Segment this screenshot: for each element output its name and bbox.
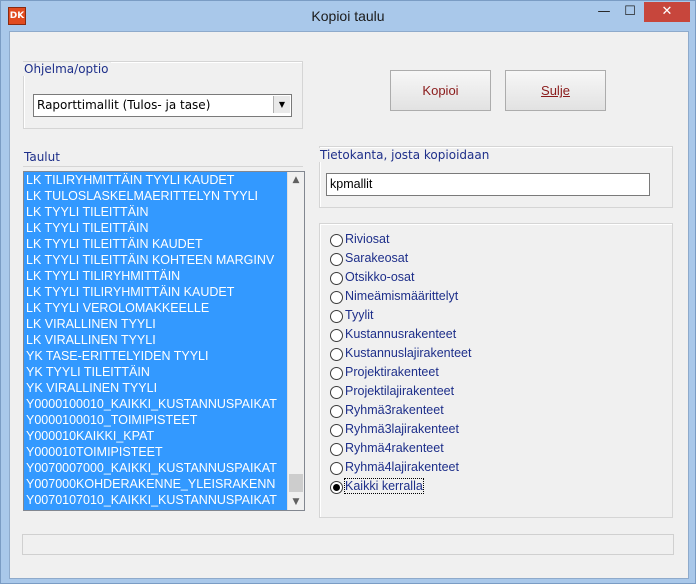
option-radio-3[interactable]: Otsikko-osat: [330, 269, 530, 288]
option-label: Kustannusrakenteet: [345, 327, 457, 341]
radio-unchecked-icon[interactable]: [330, 462, 343, 475]
table-list-item[interactable]: YK TYYLI TILEITTÄIN: [24, 364, 287, 380]
radio-unchecked-icon[interactable]: [330, 234, 343, 247]
dialog-client-area: Ohjelma/optio Raporttimallit (Tulos- ja …: [9, 31, 689, 579]
option-radio-7[interactable]: Kustannuslajirakenteet: [330, 345, 530, 364]
option-radio-11[interactable]: Ryhmä3lajirakenteet: [330, 421, 530, 440]
scroll-thumb[interactable]: [289, 474, 303, 492]
radio-unchecked-icon[interactable]: [330, 329, 343, 342]
kopioi-taulu-window: DK Kopioi taulu — ☐ ✕ Ohjelma/optio Rapo…: [0, 0, 696, 584]
table-list-item[interactable]: Y007000KOHDERAKENNE_YLEISRAKENN: [24, 476, 287, 492]
close-button-label: Sulje: [541, 83, 570, 98]
option-radio-13[interactable]: Ryhmä4lajirakenteet: [330, 459, 530, 478]
option-radio-4[interactable]: Nimeämismäärittelyt: [330, 288, 530, 307]
program-option-label: Ohjelma/optio: [22, 62, 111, 76]
option-radio-14[interactable]: Kaikki kerralla: [330, 478, 530, 497]
table-list-item[interactable]: LK VIRALLINEN TYYLI: [24, 316, 287, 332]
table-list-item[interactable]: LK TYYLI VEROLOMAKKEELLE: [24, 300, 287, 316]
program-option-selected: Raporttimallit (Tulos- ja tase): [37, 98, 211, 112]
radio-unchecked-icon[interactable]: [330, 310, 343, 323]
option-radio-12[interactable]: Ryhmä4rakenteet: [330, 440, 530, 459]
table-list-item[interactable]: LK TYYLI TILEITTÄIN KOHTEEN MARGINV: [24, 252, 287, 268]
radio-unchecked-icon[interactable]: [330, 443, 343, 456]
maximize-button[interactable]: ☐: [617, 2, 643, 22]
option-radio-9[interactable]: Projektilajirakenteet: [330, 383, 530, 402]
option-radio-6[interactable]: Kustannusrakenteet: [330, 326, 530, 345]
table-list-item[interactable]: LK TILIRYHMITTÄIN TYYLI KAUDET: [24, 172, 287, 188]
table-list-item[interactable]: LK TYYLI TILIRYHMITTÄIN KAUDET: [24, 284, 287, 300]
table-list-item[interactable]: Y0070007000_KAIKKI_KUSTANNUSPAIKAT: [24, 460, 287, 476]
radio-unchecked-icon[interactable]: [330, 386, 343, 399]
table-list-item[interactable]: LK TULOSLASKELMAERITTELYN TYYLI: [24, 188, 287, 204]
table-list-item[interactable]: LK TYYLI TILIRYHMITTÄIN: [24, 268, 287, 284]
radio-unchecked-icon[interactable]: [330, 405, 343, 418]
tables-list-items[interactable]: LK TILIRYHMITTÄIN TYYLI KAUDET LK TULOSLA…: [24, 172, 287, 510]
option-radio-10[interactable]: Ryhmä3rakenteet: [330, 402, 530, 421]
option-radio-5[interactable]: Tyylit: [330, 307, 530, 326]
table-list-item[interactable]: Y000010TOIMIPISTEET: [24, 444, 287, 460]
option-radio-2[interactable]: Sarakeosat: [330, 250, 530, 269]
table-list-item[interactable]: Y0070107010_KAIKKI_KUSTANNUSPAIKAT: [24, 492, 287, 508]
option-label: Ryhmä4rakenteet: [345, 441, 444, 455]
tables-listbox[interactable]: LK TILIRYHMITTÄIN TYYLI KAUDET LK TULOSLA…: [23, 171, 305, 511]
table-list-item[interactable]: LK VIRALLINEN TYYLI: [24, 332, 287, 348]
radio-unchecked-icon[interactable]: [330, 367, 343, 380]
option-radio-8[interactable]: Projektirakenteet: [330, 364, 530, 383]
table-list-item[interactable]: Y0000100010_TOIMIPISTEET: [24, 412, 287, 428]
table-list-item[interactable]: Y000010KAIKKI_KPAT: [24, 428, 287, 444]
option-label: Sarakeosat: [345, 251, 409, 265]
radio-unchecked-icon[interactable]: [330, 253, 343, 266]
table-list-item[interactable]: YK TASE-ERITTELYIDEN TYYLI: [24, 348, 287, 364]
close-window-button[interactable]: ✕: [644, 2, 690, 22]
option-label: Ryhmä3lajirakenteet: [345, 422, 459, 436]
radio-unchecked-icon[interactable]: [330, 348, 343, 361]
tables-label: Taulut: [22, 150, 62, 164]
option-label: Otsikko-osat: [345, 270, 415, 284]
chevron-down-icon[interactable]: ▼: [273, 96, 290, 113]
option-label: Projektirakenteet: [345, 365, 439, 379]
tables-divider: [23, 166, 303, 167]
status-bar: [22, 534, 674, 555]
radio-unchecked-icon[interactable]: [330, 424, 343, 437]
source-db-label: Tietokanta, josta kopioidaan: [318, 148, 492, 162]
option-label: Ryhmä4lajirakenteet: [345, 460, 459, 474]
scroll-up-icon[interactable]: ▲: [288, 172, 304, 188]
tables-scrollbar[interactable]: ▲ ▼: [287, 172, 304, 510]
table-list-item[interactable]: LK TYYLI TILEITTÄIN: [24, 204, 287, 220]
source-db-field[interactable]: kpmallit: [326, 173, 650, 196]
option-label: Nimeämismäärittelyt: [345, 289, 459, 303]
copy-button[interactable]: Kopioi: [390, 70, 491, 111]
close-button[interactable]: Sulje: [505, 70, 606, 111]
program-option-dropdown[interactable]: Raporttimallit (Tulos- ja tase) ▼: [33, 94, 292, 117]
table-list-item[interactable]: YK VIRALLINEN TYYLI: [24, 380, 287, 396]
option-label: Ryhmä3rakenteet: [345, 403, 444, 417]
source-db-value: kpmallit: [330, 177, 373, 191]
option-radio-1[interactable]: Riviosat: [330, 231, 530, 250]
option-label: Kustannuslajirakenteet: [345, 346, 472, 360]
scroll-down-icon[interactable]: ▼: [288, 494, 304, 510]
table-list-item[interactable]: LK TYYLI TILEITTÄIN: [24, 220, 287, 236]
option-label: Tyylit: [345, 308, 374, 322]
table-list-item[interactable]: Y0000100010_KAIKKI_KUSTANNUSPAIKAT: [24, 396, 287, 412]
minimize-button[interactable]: —: [591, 2, 617, 22]
option-label: Projektilajirakenteet: [345, 384, 455, 398]
radio-unchecked-icon[interactable]: [330, 291, 343, 304]
radio-checked-icon[interactable]: [330, 481, 343, 494]
option-label: Riviosat: [345, 232, 390, 246]
table-list-item[interactable]: LK TYYLI TILEITTÄIN KAUDET: [24, 236, 287, 252]
option-label: Kaikki kerralla: [344, 478, 424, 494]
radio-unchecked-icon[interactable]: [330, 272, 343, 285]
title-bar[interactable]: DK Kopioi taulu — ☐ ✕: [1, 1, 695, 31]
